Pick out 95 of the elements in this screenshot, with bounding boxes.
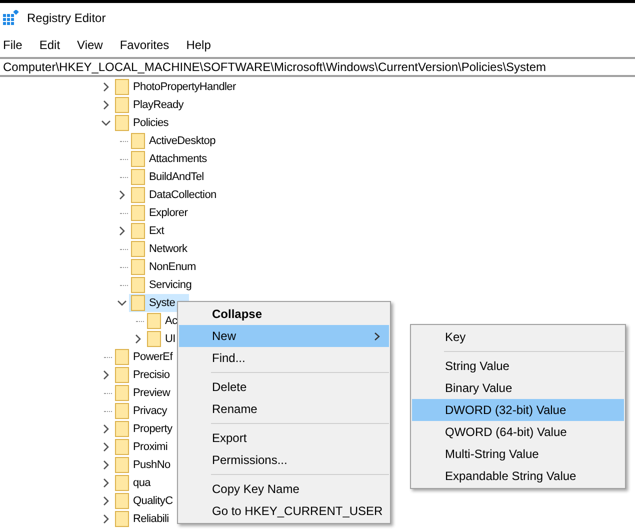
tree-item[interactable]: BuildAndTel bbox=[129, 168, 218, 186]
folder-icon bbox=[115, 475, 129, 491]
chevron-right-icon[interactable] bbox=[101, 370, 111, 380]
tree-item-label: Ac bbox=[165, 314, 178, 329]
tree-item-label: NonEnum bbox=[149, 260, 196, 275]
folder-icon bbox=[115, 97, 129, 113]
folder-icon bbox=[115, 511, 129, 527]
tree-item-label: QualityC bbox=[133, 494, 173, 509]
address-bar[interactable]: Computer\HKEY_LOCAL_MACHINE\SOFTWARE\Microsoft\Windows\CurrentVersion\Policies\System bbox=[3, 58, 546, 76]
tree-item-label: Reliabili bbox=[133, 512, 169, 527]
folder-icon bbox=[115, 493, 129, 509]
chevron-right-icon[interactable] bbox=[101, 100, 111, 110]
menu-item[interactable]: String Value bbox=[412, 355, 624, 377]
tree-item-label: qua bbox=[133, 476, 150, 491]
tree-item[interactable]: PlayReady bbox=[113, 96, 198, 114]
tree-item[interactable]: ActiveDesktop bbox=[129, 132, 230, 150]
chevron-down-icon[interactable] bbox=[117, 298, 127, 308]
tree-item-label: Precisio bbox=[133, 368, 170, 383]
chevron-right-icon[interactable] bbox=[101, 424, 111, 434]
tree-item-label: Policies bbox=[133, 116, 169, 131]
tree-item-label: Preview bbox=[133, 386, 170, 401]
menu-item[interactable]: DWORD (32-bit) Value bbox=[412, 399, 624, 421]
chevron-right-icon[interactable] bbox=[101, 82, 111, 92]
tree-item-label: Syste bbox=[149, 296, 176, 311]
tree-item[interactable]: qua bbox=[113, 474, 164, 492]
tree-item-label: Attachments bbox=[149, 152, 207, 167]
tree-item-label: DataCollection bbox=[149, 188, 216, 203]
chevron-right-icon[interactable] bbox=[101, 514, 111, 524]
folder-icon bbox=[115, 439, 129, 455]
folder-icon bbox=[131, 223, 145, 239]
menu-item[interactable]: Edit bbox=[39, 36, 60, 54]
menu-item[interactable]: Favorites bbox=[120, 36, 170, 54]
menu-item[interactable]: Expandable String Value bbox=[412, 465, 624, 487]
tree-item[interactable]: Explorer bbox=[129, 204, 202, 222]
tree-item-label: UI bbox=[165, 332, 176, 347]
menu-item[interactable]: Multi-String Value bbox=[412, 443, 624, 465]
menu-item[interactable]: Help bbox=[186, 36, 211, 54]
folder-icon bbox=[115, 115, 129, 131]
folder-icon bbox=[115, 403, 129, 419]
folder-icon bbox=[115, 421, 129, 437]
menu-item[interactable]: New bbox=[179, 325, 389, 347]
chevron-down-icon[interactable] bbox=[101, 118, 111, 128]
tree-item-label: ActiveDesktop bbox=[149, 134, 216, 149]
tree-item[interactable]: Ext bbox=[129, 222, 178, 240]
folder-icon bbox=[131, 187, 145, 203]
chevron-right-icon[interactable] bbox=[101, 460, 111, 470]
tree-item-label: Servicing bbox=[149, 278, 192, 293]
tree-item-label: BuildAndTel bbox=[149, 170, 204, 185]
folder-icon bbox=[131, 151, 145, 167]
tree-item-label: PlayReady bbox=[133, 98, 184, 113]
tree-item-label: PushNo bbox=[133, 458, 170, 473]
tree-item-label: Proximi bbox=[133, 440, 168, 455]
app-icon bbox=[3, 10, 19, 26]
menu-item[interactable]: File bbox=[3, 36, 22, 54]
tree-item[interactable]: PhotoPropertyHandler bbox=[113, 78, 250, 96]
tree-item-label: Privacy bbox=[133, 404, 167, 419]
chevron-right-icon[interactable] bbox=[133, 334, 143, 344]
folder-icon bbox=[115, 79, 129, 95]
tree-item[interactable]: NonEnum bbox=[129, 258, 210, 276]
folder-icon bbox=[115, 385, 129, 401]
tree-item[interactable]: Proximi bbox=[113, 438, 182, 456]
tree-item-label: Property bbox=[133, 422, 172, 437]
tree-item[interactable]: DataCollection bbox=[129, 186, 230, 204]
menu-item[interactable]: Binary Value bbox=[412, 377, 624, 399]
window-title: Registry Editor bbox=[27, 10, 106, 27]
tree-item-label: Network bbox=[149, 242, 188, 257]
folder-icon bbox=[131, 241, 145, 257]
folder-icon bbox=[131, 259, 145, 275]
menu-item[interactable]: QWORD (64-bit) Value bbox=[412, 421, 624, 443]
folder-icon bbox=[131, 133, 145, 149]
tree-item-label: PowerEf bbox=[133, 350, 172, 365]
folder-icon bbox=[131, 205, 145, 221]
tree-item-label: Explorer bbox=[149, 206, 188, 221]
chevron-right-icon[interactable] bbox=[117, 190, 127, 200]
tree-item[interactable]: Privacy bbox=[113, 402, 181, 420]
tree-item[interactable]: Attachments bbox=[129, 150, 221, 168]
tree-item-label: PhotoPropertyHandler bbox=[133, 80, 236, 95]
folder-icon bbox=[131, 277, 145, 293]
folder-icon bbox=[115, 457, 129, 473]
tree-item[interactable]: Servicing bbox=[129, 276, 206, 294]
chevron-right-icon[interactable] bbox=[101, 496, 111, 506]
tree-item-label: Ext bbox=[149, 224, 164, 239]
chevron-right-icon[interactable] bbox=[117, 226, 127, 236]
menu-item[interactable]: Key bbox=[412, 326, 624, 348]
folder-icon bbox=[115, 349, 129, 365]
folder-icon bbox=[131, 169, 145, 185]
chevron-right-icon[interactable] bbox=[101, 442, 111, 452]
tree-item[interactable]: Network bbox=[129, 240, 202, 258]
tree-item[interactable]: Policies bbox=[113, 114, 183, 132]
folder-icon bbox=[147, 331, 161, 347]
folder-icon bbox=[115, 367, 129, 383]
menu-item[interactable]: View bbox=[77, 36, 103, 54]
folder-icon bbox=[147, 313, 161, 329]
folder-icon bbox=[131, 295, 145, 311]
chevron-right-icon[interactable] bbox=[101, 478, 111, 488]
